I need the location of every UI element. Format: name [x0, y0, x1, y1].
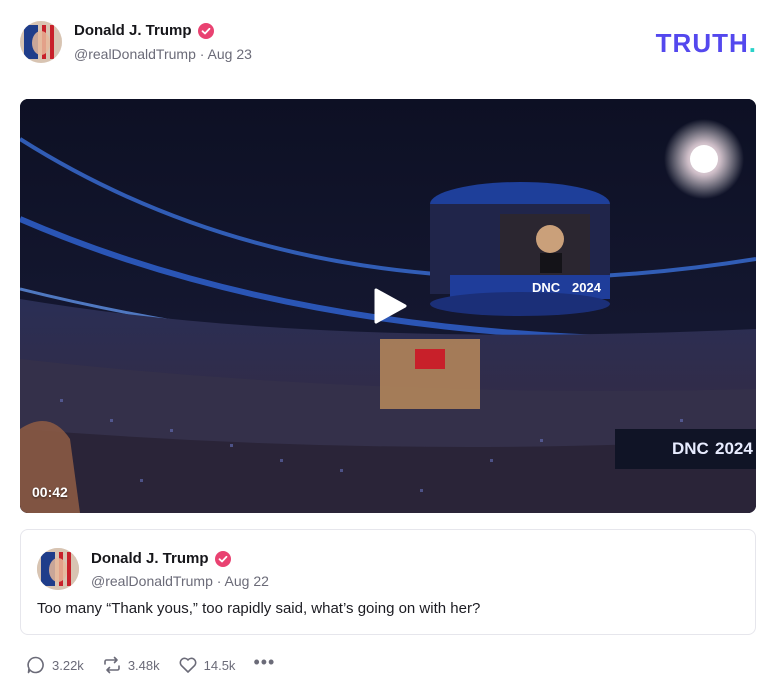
author-handle-row: @realDonaldTrump · Aug 23 — [74, 46, 252, 62]
repost-icon — [104, 656, 120, 674]
quote-date[interactable]: Aug 22 — [225, 573, 269, 589]
author-handle[interactable]: @realDonaldTrump — [74, 46, 196, 62]
repost-count: 3.48k — [127, 657, 160, 673]
like-button[interactable]: 14.5k — [178, 655, 236, 675]
like-count: 14.5k — [203, 657, 236, 673]
quote-author-avatar[interactable] — [37, 548, 79, 590]
heart-icon — [179, 657, 197, 673]
truth-social-logo[interactable]: TRUTH. — [656, 28, 757, 59]
repost-button[interactable]: 3.48k — [102, 655, 160, 675]
play-icon[interactable] — [372, 287, 408, 325]
author-name-row: Donald J. Trump — [74, 22, 214, 39]
jumbotron-year: 2024 — [572, 280, 602, 295]
quote-author-handle-row: @realDonaldTrump · Aug 22 — [91, 573, 269, 589]
more-options-button[interactable]: ••• — [253, 653, 275, 671]
post-date[interactable]: Aug 23 — [208, 46, 252, 62]
author-name[interactable]: Donald J. Trump — [74, 22, 192, 39]
quote-author-handle[interactable]: @realDonaldTrump — [91, 573, 213, 589]
video-player[interactable]: DNC 2024 DNC 2024 00:42 — [20, 99, 756, 513]
reply-button[interactable]: 3.22k — [26, 655, 84, 675]
meta-separator: · — [199, 46, 205, 62]
meta-separator: · — [216, 573, 222, 589]
verified-badge-icon — [214, 550, 231, 567]
truth-post: Donald J. Trump @realDonaldTrump · Aug 2… — [0, 0, 777, 698]
author-avatar[interactable] — [20, 21, 62, 63]
quote-text: Too many “Thank yous,” too rapidly said,… — [37, 600, 481, 617]
reply-count: 3.22k — [52, 657, 84, 673]
quote-author-name[interactable]: Donald J. Trump — [91, 550, 209, 567]
reply-icon — [27, 656, 44, 674]
quoted-post[interactable]: Donald J. Trump @realDonaldTrump · Aug 2… — [20, 529, 756, 635]
banner-text: DNC — [672, 439, 709, 458]
verified-badge-icon — [197, 22, 214, 39]
logo-text: TRUTH — [655, 28, 749, 58]
logo-dot: . — [748, 28, 757, 58]
video-duration: 00:42 — [32, 484, 68, 500]
quote-author-name-row: Donald J. Trump — [91, 550, 231, 567]
post-actions: 3.22k 3.48k 14.5k ••• — [26, 653, 275, 675]
banner-year: 2024 — [715, 439, 753, 458]
jumbotron-text: DNC — [532, 280, 561, 295]
